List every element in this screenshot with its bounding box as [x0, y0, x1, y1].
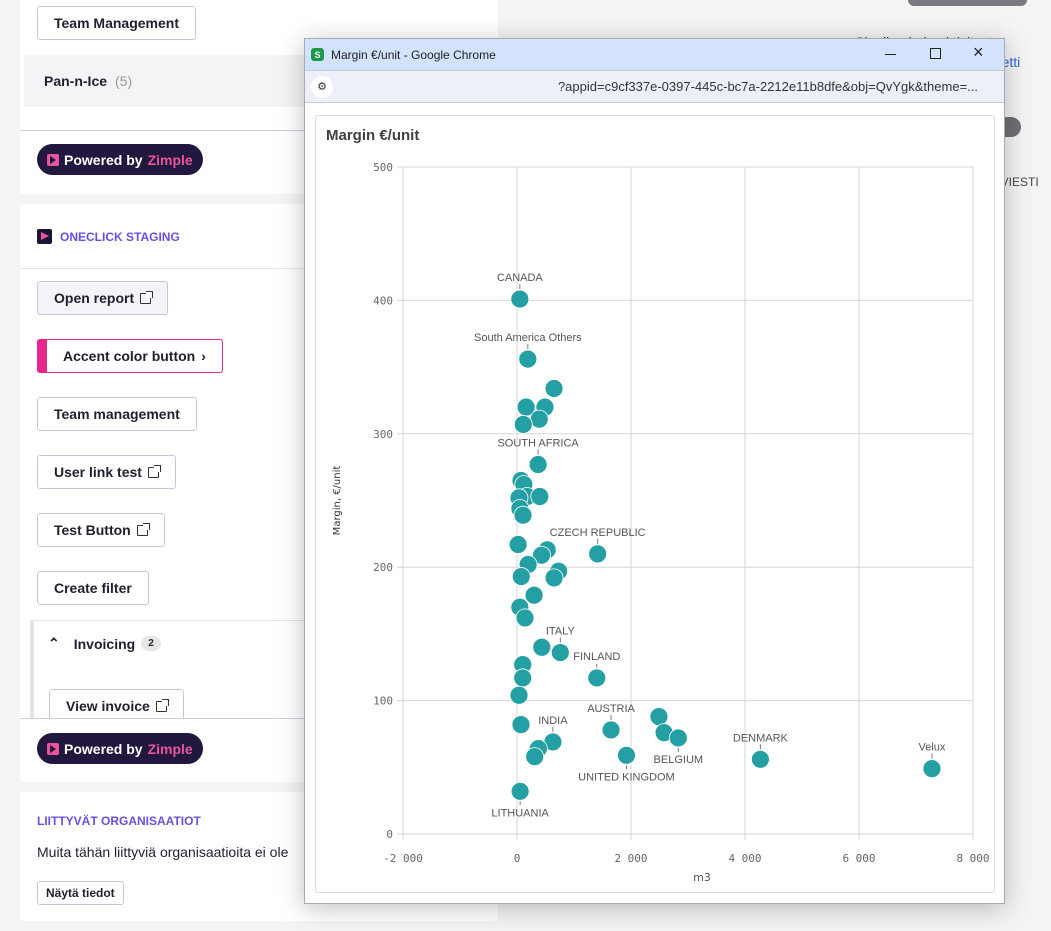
zimple-logo-icon — [47, 742, 59, 755]
chart-container: Margin €/unit — [315, 115, 995, 893]
powered-by-zimple-badge[interactable]: Powered by Zimple — [37, 144, 203, 175]
zimple-brand: Zimple — [147, 151, 193, 168]
title-bar[interactable]: S Margin €/unit - Google Chrome × — [305, 39, 1004, 70]
site-settings-icon[interactable]: ⚙ — [311, 76, 333, 98]
powered-by-text: Powered by — [64, 151, 143, 168]
window-title: Margin €/unit - Google Chrome — [331, 47, 496, 62]
right-pill — [908, 0, 1027, 6]
section-title: ONECLICK STAGING — [60, 229, 180, 244]
chevron-up-icon: ⌃ — [48, 635, 60, 651]
related-title: LIITTYVÄT ORGANISAATIOT — [37, 814, 201, 828]
app-favicon-icon: S — [311, 48, 324, 61]
invoicing-label: Invoicing — [73, 635, 136, 652]
related-text: Muita tähän liittyviä organisaatioita ei… — [37, 844, 289, 860]
address-bar[interactable]: ⚙ ?appid=c9cf337e-0397-445c-bc7a-2212e11… — [305, 70, 1004, 103]
chart-title: Margin €/unit — [326, 127, 420, 144]
powered-by-zimple-badge[interactable]: Powered by Zimple — [37, 733, 203, 764]
show-details-button[interactable]: Näytä tiedot — [37, 881, 124, 905]
team-management-top-button[interactable]: Team Management — [37, 6, 196, 40]
close-icon[interactable]: × — [973, 42, 984, 63]
accent-color-button[interactable]: Accent color button › — [37, 339, 223, 373]
zimple-logo-icon — [47, 153, 59, 166]
group-count: (5) — [115, 73, 133, 89]
invoicing-count-badge: 2 — [141, 636, 161, 651]
chrome-popup-window: S Margin €/unit - Google Chrome × ⚙ ?app… — [304, 38, 1005, 904]
test-button[interactable]: Test Button — [37, 513, 165, 547]
zimple-brand: Zimple — [147, 740, 193, 757]
powered-by-text: Powered by — [64, 740, 143, 757]
section-header: ONECLICK STAGING — [37, 229, 180, 244]
external-link-icon — [155, 698, 169, 712]
open-report-button[interactable]: Open report — [37, 281, 169, 315]
create-filter-button[interactable]: Create filter — [37, 571, 149, 605]
external-link-icon — [140, 290, 154, 304]
minimize-icon[interactable] — [885, 54, 896, 55]
user-link-test-button[interactable]: User link test — [37, 455, 176, 489]
group-name: Pan-n-Ice — [44, 73, 108, 89]
chevron-right-icon: › — [201, 348, 206, 364]
oneclick-logo-icon — [37, 229, 52, 244]
url-text: ?appid=c9cf337e-0397-445c-bc7a-2212e11b8… — [557, 79, 978, 94]
maximize-icon[interactable] — [930, 48, 941, 59]
external-link-icon — [147, 464, 161, 478]
invoicing-toggle[interactable]: ⌃ Invoicing 2 — [48, 635, 161, 652]
external-link-icon — [136, 522, 150, 536]
team-management-button[interactable]: Team management — [37, 397, 197, 431]
